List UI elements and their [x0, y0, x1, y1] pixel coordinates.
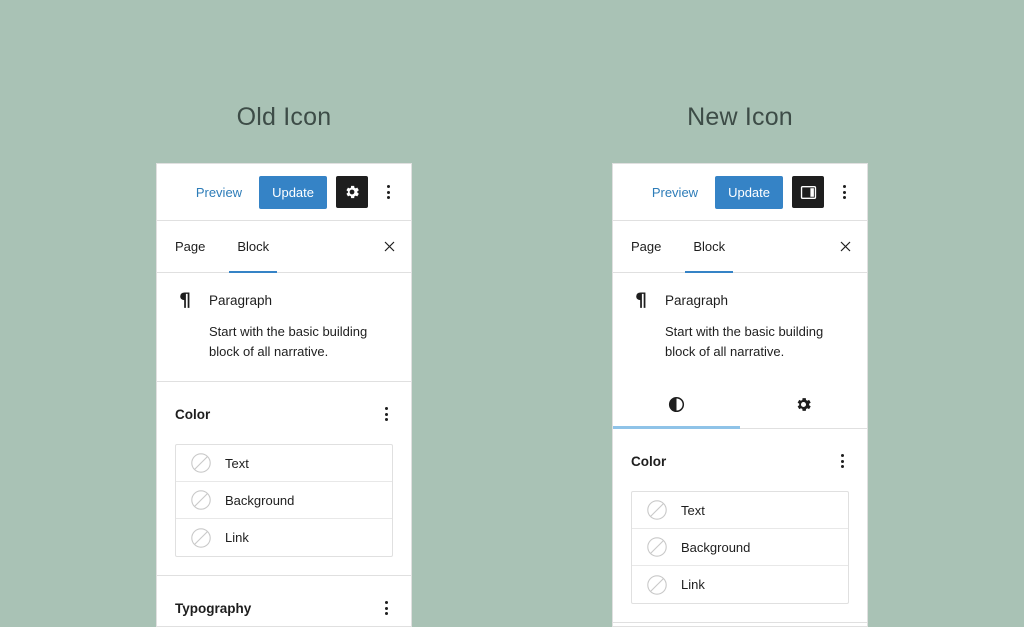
close-settings-button-old[interactable]	[367, 221, 411, 272]
color-row-text[interactable]: Text	[176, 445, 392, 482]
editor-toolbar-new: Preview Update	[613, 164, 867, 221]
empty-swatch-icon	[646, 536, 668, 558]
preview-button[interactable]: Preview	[188, 179, 250, 206]
tab-page[interactable]: Page	[159, 221, 221, 272]
empty-swatch-icon	[646, 574, 668, 596]
block-title: Paragraph	[209, 293, 273, 308]
kebab-menu-icon	[842, 185, 846, 199]
paragraph-pilcrow-icon: ¶	[634, 289, 648, 311]
color-row-background[interactable]: Background	[176, 482, 392, 519]
color-row-label: Text	[225, 455, 249, 471]
color-section-header-new: Color	[613, 429, 867, 491]
empty-swatch-icon	[190, 452, 212, 474]
empty-swatch-icon	[190, 527, 212, 549]
more-options-button-old[interactable]	[377, 176, 399, 208]
color-row-label: Text	[681, 502, 705, 518]
sidebar-panel-icon	[799, 183, 818, 202]
close-icon	[838, 239, 853, 254]
settings-toggle-button-new[interactable]	[792, 176, 824, 208]
tab-settings[interactable]	[740, 381, 867, 428]
block-info-card-old: ¶ Paragraph Start with the basic buildin…	[157, 273, 411, 382]
kebab-menu-icon	[386, 185, 390, 199]
heading-new-icon: New Icon	[687, 103, 793, 131]
comparison-stage: Old Icon New Icon Preview Update Page Bl…	[0, 0, 1024, 627]
typography-options-button-old[interactable]	[375, 592, 397, 624]
editor-panel-new: Preview Update Page Block ¶ Paragraph St…	[612, 163, 868, 627]
color-section-title: Color	[631, 453, 667, 469]
more-options-button-new[interactable]	[833, 176, 855, 208]
typography-section-title: Typography	[175, 600, 252, 616]
gear-icon	[343, 183, 361, 201]
panel-tabs-old: Page Block	[157, 221, 411, 273]
tab-spacer	[285, 221, 367, 272]
heading-old-icon: Old Icon	[236, 103, 332, 131]
editor-toolbar-old: Preview Update	[157, 164, 411, 221]
color-row-label: Link	[681, 577, 705, 592]
color-section-header-old: Color	[157, 382, 411, 444]
color-row-label: Background	[225, 492, 295, 508]
color-options-button-new[interactable]	[831, 445, 853, 477]
editor-panel-old: Preview Update Page Block ¶ Paragraph St…	[156, 163, 412, 627]
gear-settings-icon	[794, 395, 813, 414]
close-settings-button-new[interactable]	[823, 221, 867, 272]
color-row-label: Link	[225, 530, 249, 545]
close-icon	[382, 239, 397, 254]
color-row-link[interactable]: Link	[632, 566, 848, 603]
update-button[interactable]: Update	[259, 175, 327, 209]
tab-styles[interactable]	[613, 381, 740, 429]
contrast-styles-icon	[667, 395, 686, 414]
tab-page[interactable]: Page	[615, 221, 677, 272]
color-row-background[interactable]: Background	[632, 529, 848, 566]
styles-settings-tabs	[613, 381, 867, 429]
kebab-menu-icon	[384, 407, 388, 421]
block-info-card-new: ¶ Paragraph Start with the basic buildin…	[613, 273, 867, 381]
block-title-row: ¶ Paragraph	[175, 291, 393, 310]
tab-spacer	[741, 221, 823, 272]
color-options-button-old[interactable]	[375, 398, 397, 430]
settings-toggle-button-old[interactable]	[336, 176, 368, 208]
kebab-menu-icon	[384, 601, 388, 615]
color-list-old: Text Background Link	[175, 444, 393, 557]
preview-button[interactable]: Preview	[644, 179, 706, 206]
typography-section-header-new: Typography	[613, 623, 867, 626]
block-title: Paragraph	[665, 293, 729, 308]
tab-block[interactable]: Block	[677, 221, 741, 273]
color-row-link[interactable]: Link	[176, 519, 392, 556]
panel-tabs-new: Page Block	[613, 221, 867, 273]
color-list-new: Text Background Link	[631, 491, 849, 604]
paragraph-pilcrow-icon: ¶	[178, 289, 192, 311]
color-section-title: Color	[175, 406, 211, 422]
color-row-text[interactable]: Text	[632, 492, 848, 529]
color-row-label: Background	[681, 539, 751, 555]
empty-swatch-icon	[190, 489, 212, 511]
typography-section-header-old: Typography	[157, 576, 411, 626]
block-title-row: ¶ Paragraph	[631, 291, 849, 310]
tab-block[interactable]: Block	[221, 221, 285, 273]
kebab-menu-icon	[840, 454, 844, 468]
block-description: Start with the basic building block of a…	[665, 324, 824, 359]
empty-swatch-icon	[646, 499, 668, 521]
update-button[interactable]: Update	[715, 175, 783, 209]
block-description: Start with the basic building block of a…	[209, 324, 368, 359]
